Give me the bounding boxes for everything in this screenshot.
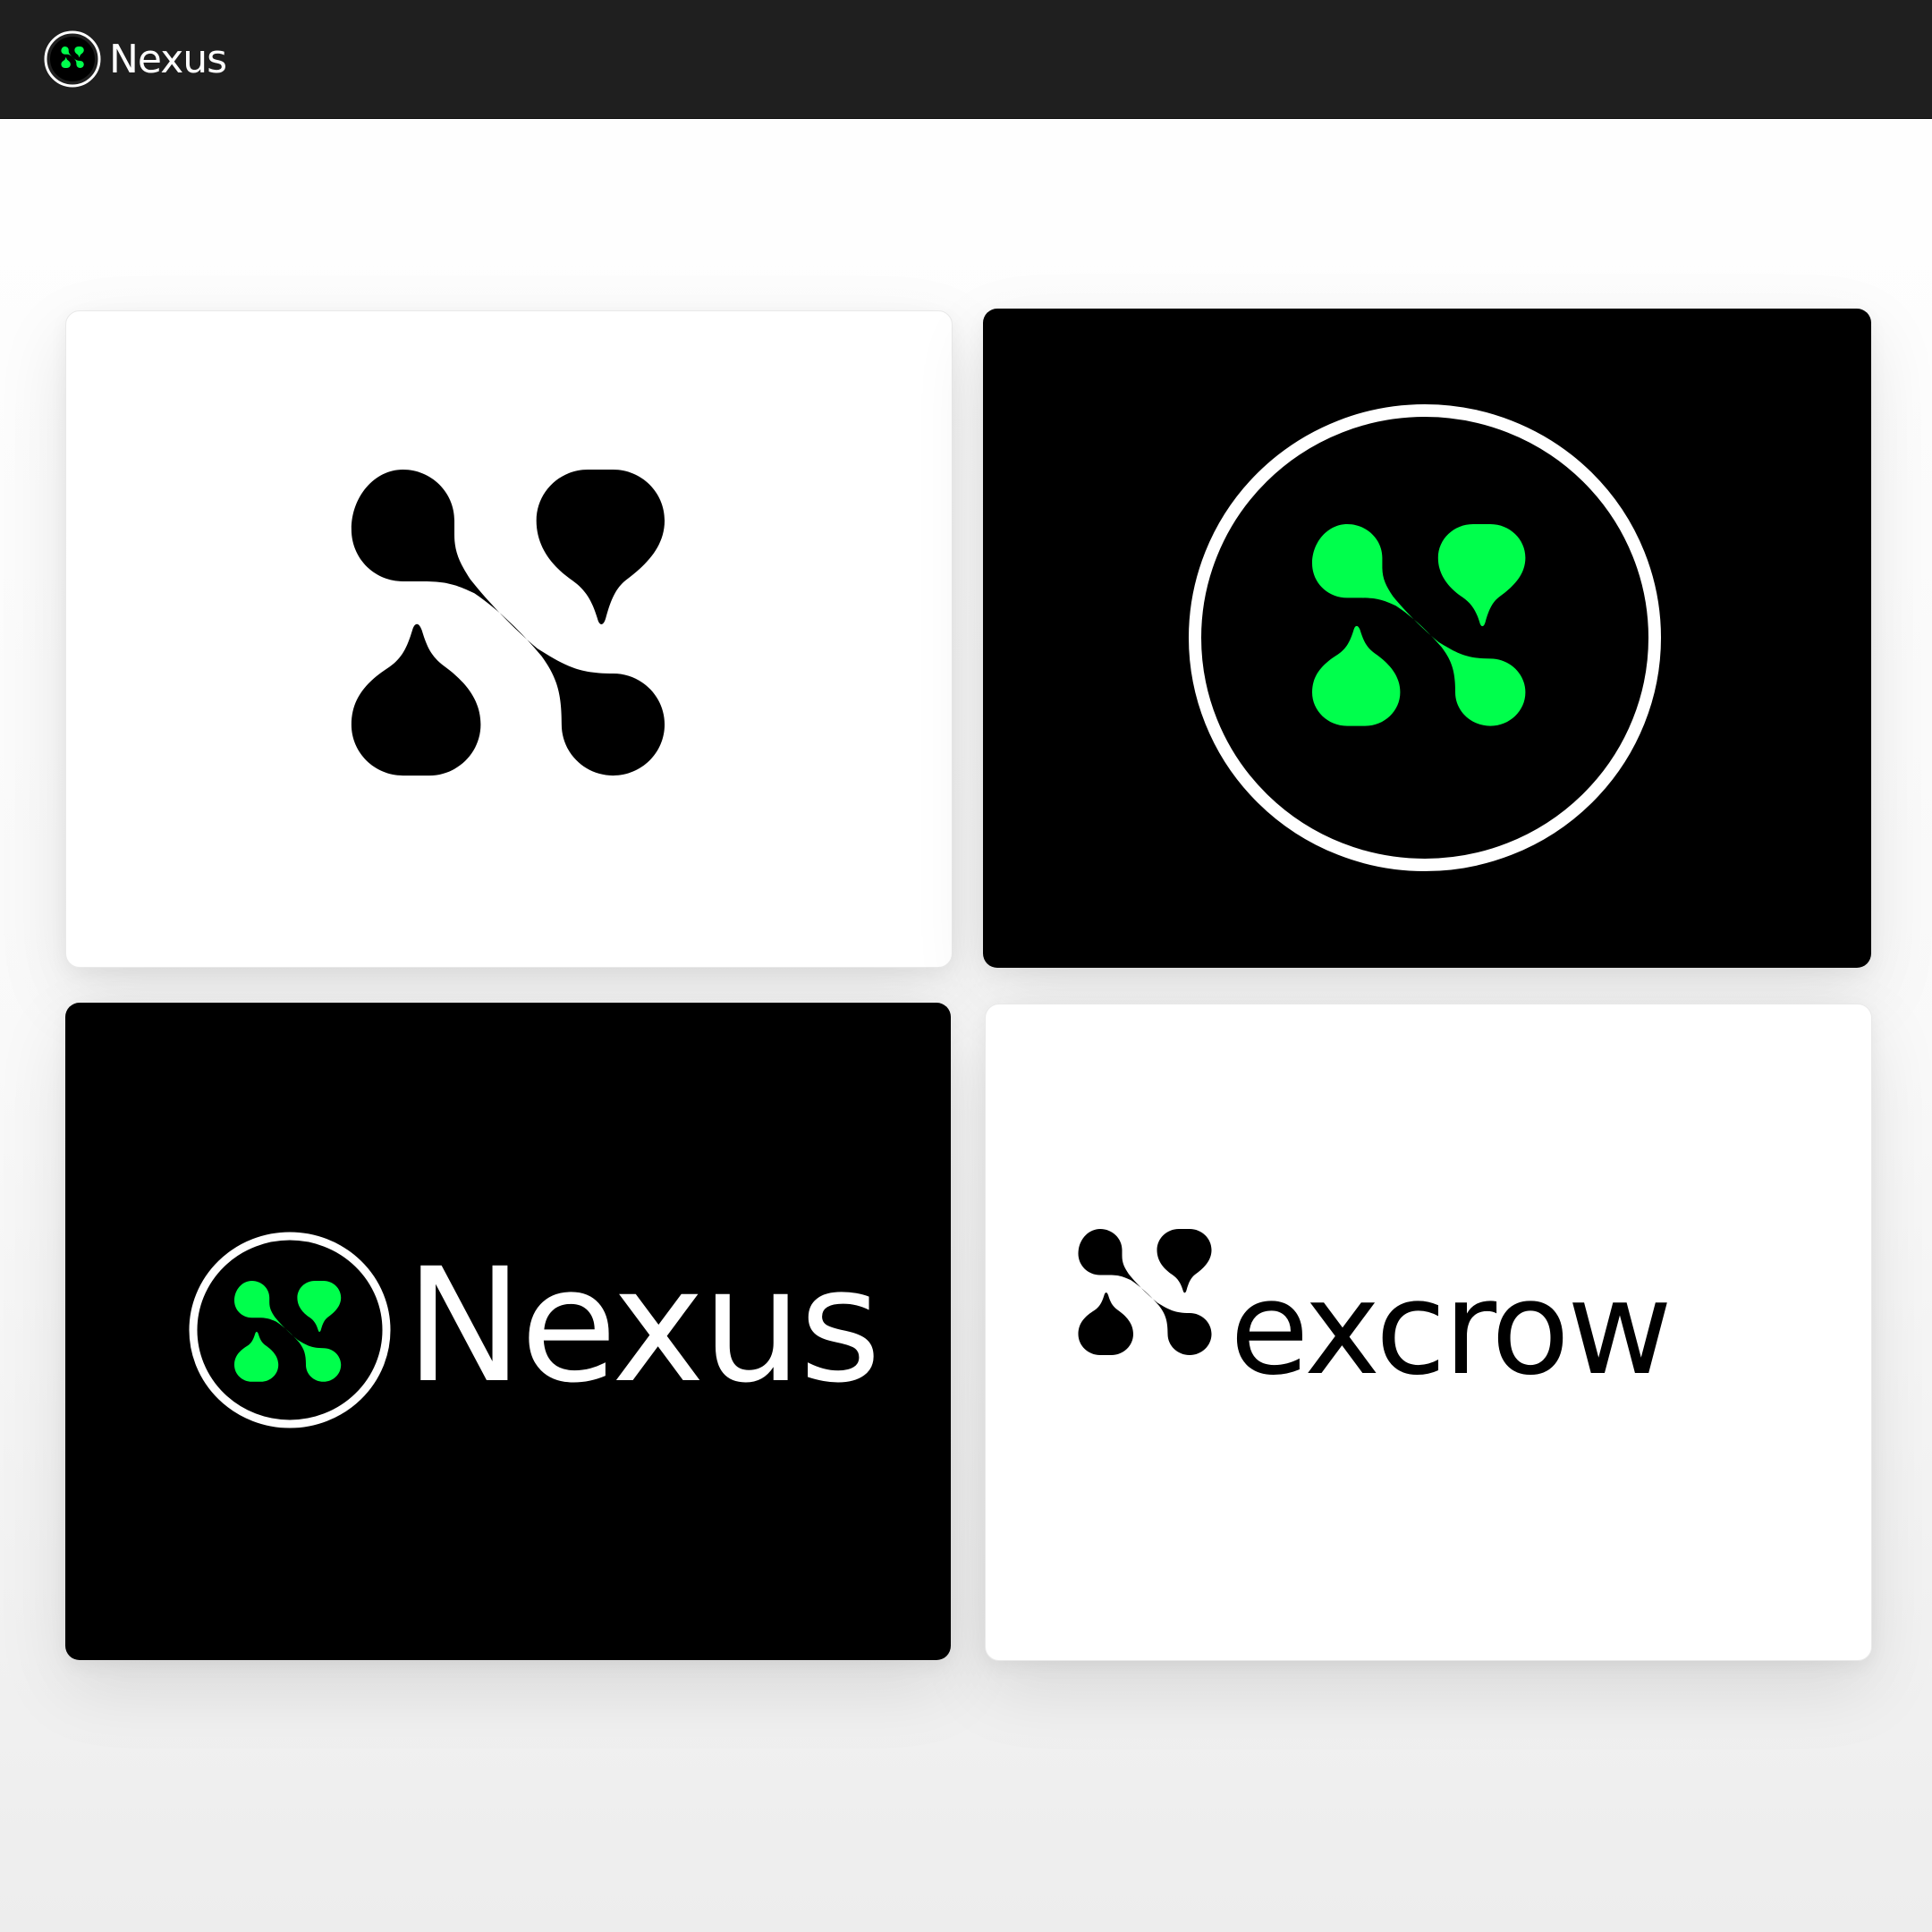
logo-card-green-ring[interactable] <box>983 309 1871 968</box>
logo-card-lockup-dark[interactable]: Nexus <box>65 1003 951 1660</box>
nexus-logo-icon <box>44 30 101 88</box>
top-navigation-bar: Nexus <box>0 0 1932 119</box>
brand-name: Nexus <box>109 36 227 82</box>
brand-logo[interactable]: Nexus <box>43 27 227 91</box>
wordmark-text: Nexus <box>405 1234 881 1418</box>
wordmark-text: excrow <box>1230 1253 1673 1403</box>
logo-card-black-mark[interactable] <box>65 310 953 968</box>
page: Nexus Nexus excrow <box>0 0 1932 1932</box>
logo-card-lockup-light[interactable]: excrow <box>985 1004 1872 1661</box>
nexus-mark-black-icon <box>351 470 665 776</box>
nexus-badge-icon <box>1189 404 1661 871</box>
